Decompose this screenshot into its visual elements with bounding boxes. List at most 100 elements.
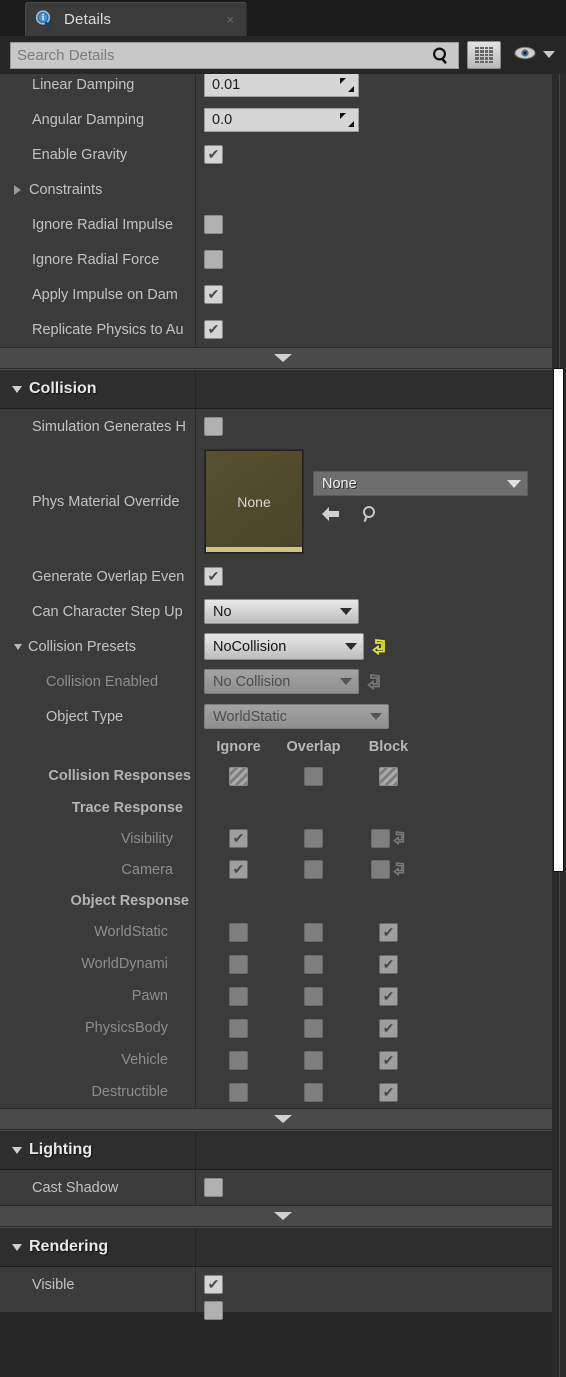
property-row-worldstatic[interactable]: WorldStatic (0, 916, 566, 948)
destructible-ignore-checkbox[interactable] (229, 1082, 248, 1102)
property-row-object-type[interactable]: Object Type WorldStatic (0, 699, 566, 734)
property-row-camera[interactable]: Camera (0, 854, 566, 885)
collision-presets-dropdown[interactable]: NoCollision (204, 633, 364, 660)
partial-checkbox[interactable] (204, 1300, 223, 1320)
worlddynamic-overlap-checkbox[interactable] (304, 954, 323, 974)
destructible-block-checkbox[interactable] (379, 1082, 398, 1102)
can-character-step-up-dropdown[interactable]: No (204, 599, 359, 624)
section-separator[interactable] (0, 1205, 566, 1227)
chevron-down-icon[interactable] (12, 385, 22, 393)
reset-to-default-button[interactable] (367, 674, 381, 691)
vehicle-overlap-checkbox[interactable] (304, 1050, 323, 1070)
worlddynamic-ignore-checkbox[interactable] (229, 954, 248, 974)
property-row-angular-damping[interactable]: Angular Damping 0.0 (0, 102, 566, 137)
property-row-ignore-radial-force[interactable]: Ignore Radial Force (0, 242, 566, 277)
column-view-button[interactable] (467, 41, 501, 69)
chevron-down-icon[interactable] (12, 1146, 22, 1154)
worlddynamic-block-checkbox[interactable] (379, 954, 398, 974)
worldstatic-ignore-checkbox[interactable] (229, 922, 248, 942)
spinner-icon[interactable] (340, 112, 354, 127)
generate-overlap-events-checkbox[interactable] (204, 567, 223, 586)
property-row-collision-presets[interactable]: Collision Presets NoCollision (0, 629, 566, 664)
property-row-pawn[interactable]: Pawn (0, 980, 566, 1012)
spinner-icon[interactable] (340, 77, 354, 92)
property-row-apply-impulse-on-damage[interactable]: Apply Impulse on Dam (0, 277, 566, 312)
pawn-block-checkbox[interactable] (379, 986, 398, 1006)
apply-impulse-on-damage-checkbox[interactable] (204, 285, 223, 304)
ignore-radial-impulse-checkbox[interactable] (204, 215, 223, 234)
matrix-cell-block (351, 829, 426, 848)
visibility-ignore-checkbox[interactable] (229, 829, 248, 848)
property-row-collision-responses[interactable]: Collision Responses (0, 760, 566, 792)
worldstatic-block-checkbox[interactable] (379, 922, 398, 942)
visibility-overlap-checkbox[interactable] (304, 829, 323, 848)
property-row-constraints[interactable]: Constraints (0, 172, 566, 207)
subsection-spacer (196, 885, 566, 916)
ignore-radial-force-checkbox[interactable] (204, 250, 223, 269)
property-row-visible[interactable]: Visible (0, 1267, 566, 1302)
property-row-destructible[interactable]: Destructible (0, 1076, 566, 1108)
linear-damping-field[interactable]: 0.01 (204, 74, 359, 97)
responses-block-checkbox[interactable] (379, 766, 398, 786)
reset-to-default-button[interactable] (372, 639, 386, 656)
reset-to-default-button[interactable] (392, 862, 407, 877)
category-header-lighting[interactable]: Lighting (0, 1130, 566, 1170)
physicsbody-block-checkbox[interactable] (379, 1018, 398, 1038)
category-header-collision[interactable]: Collision (0, 369, 566, 409)
camera-block-checkbox[interactable] (370, 860, 390, 879)
vehicle-block-checkbox[interactable] (379, 1050, 398, 1070)
property-row-simulation-generates-hit[interactable]: Simulation Generates H (0, 409, 566, 444)
property-row-visibility[interactable]: Visibility (0, 823, 566, 854)
property-row-replicate-physics[interactable]: Replicate Physics to Au (0, 312, 566, 347)
property-row-collision-enabled[interactable]: Collision Enabled No Collision (0, 664, 566, 699)
vertical-scrollbar[interactable] (552, 74, 566, 1377)
tab-details[interactable]: Details × (25, 2, 247, 36)
physicsbody-overlap-checkbox[interactable] (304, 1018, 323, 1038)
phys-material-dropdown[interactable]: None (313, 471, 528, 496)
pawn-ignore-checkbox[interactable] (229, 986, 248, 1006)
property-row-partial[interactable] (0, 1300, 566, 1320)
object-type-dropdown[interactable]: WorldStatic (204, 704, 389, 729)
worldstatic-overlap-checkbox[interactable] (304, 922, 323, 942)
vehicle-ignore-checkbox[interactable] (229, 1050, 248, 1070)
property-row-can-character-step-up[interactable]: Can Character Step Up No (0, 594, 566, 629)
simulation-generates-hit-checkbox[interactable] (204, 417, 223, 436)
section-separator[interactable] (0, 1108, 566, 1130)
property-row-phys-material-override[interactable]: Phys Material Override None None (0, 444, 566, 559)
physicsbody-ignore-checkbox[interactable] (229, 1018, 248, 1038)
section-separator[interactable] (0, 347, 566, 369)
chevron-right-icon[interactable] (14, 184, 21, 195)
close-icon[interactable]: × (222, 12, 238, 27)
visibility-block-checkbox[interactable] (370, 829, 390, 848)
property-row-generate-overlap-events[interactable]: Generate Overlap Even (0, 559, 566, 594)
property-row-physicsbody[interactable]: PhysicsBody (0, 1012, 566, 1044)
property-row-enable-gravity[interactable]: Enable Gravity (0, 137, 566, 172)
reset-to-default-button[interactable] (392, 831, 407, 846)
category-header-rendering[interactable]: Rendering (0, 1227, 566, 1267)
visible-checkbox[interactable] (204, 1275, 223, 1294)
property-row-ignore-radial-impulse[interactable]: Ignore Radial Impulse (0, 207, 566, 242)
destructible-overlap-checkbox[interactable] (304, 1082, 323, 1102)
search-input[interactable]: Search Details (10, 41, 459, 69)
property-row-vehicle[interactable]: Vehicle (0, 1044, 566, 1076)
angular-damping-field[interactable]: 0.0 (204, 107, 359, 132)
camera-ignore-checkbox[interactable] (229, 860, 248, 879)
responses-overlap-checkbox[interactable] (304, 766, 323, 786)
property-row-cast-shadow[interactable]: Cast Shadow (0, 1170, 566, 1205)
pawn-overlap-checkbox[interactable] (304, 986, 323, 1006)
cast-shadow-checkbox[interactable] (204, 1178, 223, 1197)
view-options-eye-button[interactable] (509, 45, 556, 66)
enable-gravity-checkbox[interactable] (204, 145, 223, 164)
find-in-content-browser-button[interactable] (360, 504, 380, 529)
property-row-worlddynamic[interactable]: WorldDynami (0, 948, 566, 980)
chevron-down-icon[interactable] (14, 643, 22, 650)
chevron-down-icon[interactable] (12, 1243, 22, 1251)
scrollbar-thumb[interactable] (553, 368, 564, 872)
browse-back-button[interactable] (320, 505, 342, 528)
responses-ignore-checkbox[interactable] (229, 766, 248, 786)
phys-material-thumbnail[interactable]: None (205, 450, 303, 553)
replicate-physics-checkbox[interactable] (204, 320, 223, 339)
camera-overlap-checkbox[interactable] (304, 860, 323, 879)
property-row-linear-damping[interactable]: Linear Damping 0.01 (0, 74, 566, 102)
collision-enabled-dropdown[interactable]: No Collision (204, 669, 359, 694)
